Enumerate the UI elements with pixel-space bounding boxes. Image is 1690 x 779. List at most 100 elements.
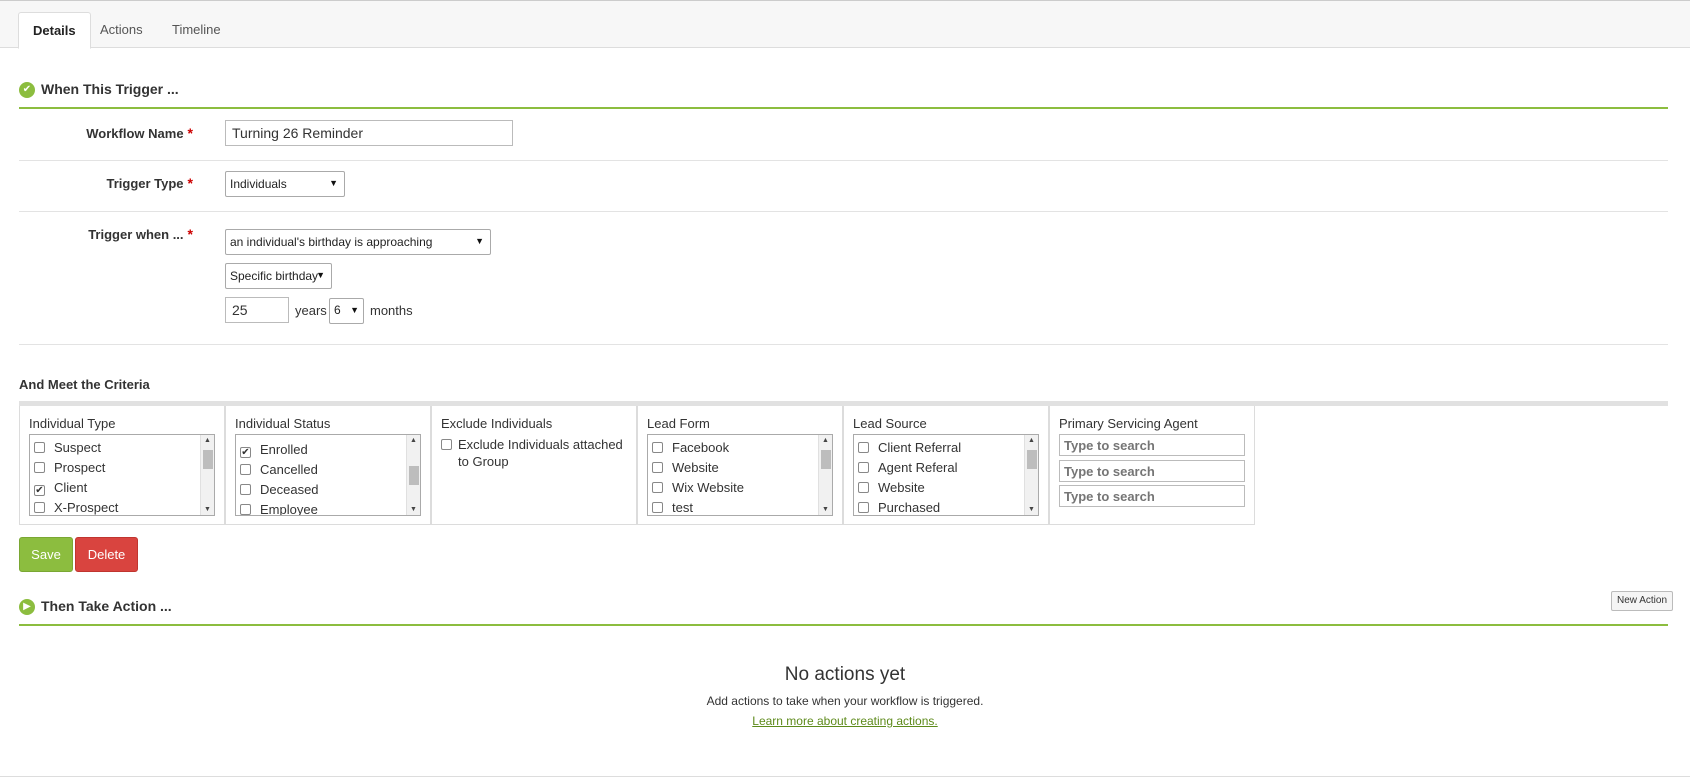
months-select[interactable]: 6 ▼ <box>329 298 364 324</box>
checkbox-checked[interactable]: ✔ <box>34 485 45 496</box>
bottom-divider <box>0 776 1690 777</box>
list-item[interactable]: Employee <box>240 502 318 515</box>
scroll-up-icon[interactable]: ▲ <box>204 437 211 444</box>
checkbox[interactable] <box>34 502 45 513</box>
exclude-individuals-column: Exclude Individuals Exclude Individuals … <box>431 406 637 525</box>
list-item[interactable]: Deceased <box>240 482 319 500</box>
check-circle-icon: ✔ <box>19 82 35 98</box>
agent-search-input-3[interactable] <box>1059 485 1245 507</box>
list-item[interactable]: Purchased <box>858 500 940 515</box>
lead-source-label: Lead Source <box>853 416 927 431</box>
checkbox[interactable] <box>240 484 251 495</box>
checkbox[interactable] <box>858 482 869 493</box>
checkbox[interactable] <box>652 462 663 473</box>
checkbox[interactable] <box>240 504 251 515</box>
scrollbar[interactable]: ▲ ▼ <box>406 435 420 515</box>
workflow-name-row: Workflow Name * <box>19 110 1668 161</box>
workflow-name-label: Workflow Name * <box>86 125 193 141</box>
trigger-section-title: When This Trigger ... <box>41 81 179 97</box>
list-item[interactable]: Suspect <box>34 440 101 458</box>
years-input[interactable] <box>225 297 289 323</box>
scroll-thumb[interactable] <box>1027 450 1037 469</box>
scroll-up-icon[interactable]: ▲ <box>1028 437 1035 444</box>
individual-type-listbox[interactable]: Suspect Prospect ✔ Client X-Prospect ▲ ▼ <box>29 434 215 516</box>
list-item[interactable]: Prospect <box>34 460 105 478</box>
scroll-down-icon[interactable]: ▼ <box>1028 506 1035 513</box>
scroll-up-icon[interactable]: ▲ <box>410 437 417 444</box>
exclude-individuals-label: Exclude Individuals <box>441 416 553 431</box>
scroll-down-icon[interactable]: ▼ <box>204 506 211 513</box>
scroll-down-icon[interactable]: ▼ <box>822 506 829 513</box>
dropdown-arrow-icon: ▼ <box>350 305 359 315</box>
individual-status-column: Individual Status ✔ Enrolled Cancelled De… <box>225 406 431 525</box>
action-section-title: Then Take Action ... <box>41 598 172 614</box>
primary-servicing-agent-label: Primary Servicing Agent <box>1059 416 1198 431</box>
scroll-down-icon[interactable]: ▼ <box>410 506 417 513</box>
workflow-name-input[interactable] <box>225 120 513 146</box>
individual-status-label: Individual Status <box>235 416 331 431</box>
list-item[interactable]: test <box>652 500 693 515</box>
years-label: years <box>295 303 327 318</box>
dropdown-arrow-icon: ▼ <box>329 178 338 188</box>
new-action-button[interactable]: New Action <box>1611 591 1674 611</box>
scroll-thumb[interactable] <box>409 466 419 485</box>
scroll-up-icon[interactable]: ▲ <box>822 437 829 444</box>
checkbox[interactable] <box>652 442 663 453</box>
tab-timeline[interactable]: Timeline <box>158 12 235 49</box>
trigger-event-select[interactable]: an individual's birthday is approaching ▼ <box>225 229 491 255</box>
criteria-panel: Individual Type Suspect Prospect ✔ Client… <box>19 401 1668 525</box>
scrollbar[interactable]: ▲ ▼ <box>200 435 214 515</box>
scroll-thumb[interactable] <box>203 450 213 469</box>
trigger-when-label: Trigger when ... * <box>88 226 193 242</box>
scrollbar[interactable]: ▲ ▼ <box>1024 435 1038 515</box>
scroll-thumb[interactable] <box>821 450 831 469</box>
list-item[interactable]: Cancelled <box>240 462 318 480</box>
exclude-group-option[interactable]: Exclude Individuals attached to Group <box>458 436 623 470</box>
agent-search-input-2[interactable] <box>1059 460 1245 482</box>
learn-more-link[interactable]: Learn more about creating actions. <box>0 714 1690 728</box>
checkbox-checked[interactable]: ✔ <box>240 447 251 458</box>
scrollbar[interactable]: ▲ ▼ <box>818 435 832 515</box>
birthday-mode-select[interactable]: Specific birthday ▼ <box>225 263 332 289</box>
criteria-title: And Meet the Criteria <box>19 377 150 392</box>
delete-button[interactable]: Delete <box>75 537 138 572</box>
list-item[interactable]: Facebook <box>652 440 729 458</box>
checkbox[interactable] <box>858 442 869 453</box>
required-marker: * <box>187 175 193 191</box>
checkbox[interactable] <box>652 482 663 493</box>
checkbox[interactable] <box>34 462 45 473</box>
tab-bar: Details Actions Timeline <box>0 1 1690 49</box>
list-item[interactable]: ✔ Client <box>34 480 87 498</box>
play-circle-icon: ▶ <box>19 599 35 615</box>
save-button[interactable]: Save <box>19 537 73 572</box>
list-item[interactable]: Wix Website <box>652 480 744 498</box>
checkbox[interactable] <box>858 462 869 473</box>
required-marker: * <box>187 125 193 141</box>
exclude-group-checkbox[interactable] <box>441 439 452 450</box>
months-label: months <box>370 303 413 318</box>
lead-form-listbox[interactable]: Facebook Website Wix Website test ▲ ▼ <box>647 434 833 516</box>
list-item[interactable]: Website <box>652 460 719 478</box>
trigger-when-row: Trigger when ... * an individual's birthd… <box>19 212 1668 345</box>
tab-details[interactable]: Details <box>18 12 91 49</box>
tab-actions[interactable]: Actions <box>86 12 157 49</box>
list-item[interactable]: Agent Referal <box>858 460 958 478</box>
agent-search-input-1[interactable] <box>1059 434 1245 456</box>
trigger-type-label: Trigger Type * <box>106 175 193 191</box>
lead-source-listbox[interactable]: Client Referral Agent Referal Website Pu… <box>853 434 1039 516</box>
list-item[interactable]: Website <box>858 480 925 498</box>
checkbox[interactable] <box>858 502 869 513</box>
trigger-type-select[interactable]: Individuals ▼ <box>225 171 345 197</box>
checkbox[interactable] <box>34 442 45 453</box>
checkbox[interactable] <box>652 502 663 513</box>
trigger-section-header: ✔ When This Trigger ... <box>19 79 1668 109</box>
checkbox[interactable] <box>240 464 251 475</box>
dropdown-arrow-icon: ▼ <box>316 270 325 280</box>
individual-status-listbox[interactable]: ✔ Enrolled Cancelled Deceased Employee ▲ … <box>235 434 421 516</box>
list-item[interactable]: Client Referral <box>858 440 961 458</box>
primary-servicing-agent-column: Primary Servicing Agent <box>1049 406 1255 525</box>
list-item[interactable]: ✔ Enrolled <box>240 442 308 460</box>
required-marker: * <box>187 226 193 242</box>
list-item[interactable]: X-Prospect <box>34 500 118 515</box>
dropdown-arrow-icon: ▼ <box>475 236 484 246</box>
